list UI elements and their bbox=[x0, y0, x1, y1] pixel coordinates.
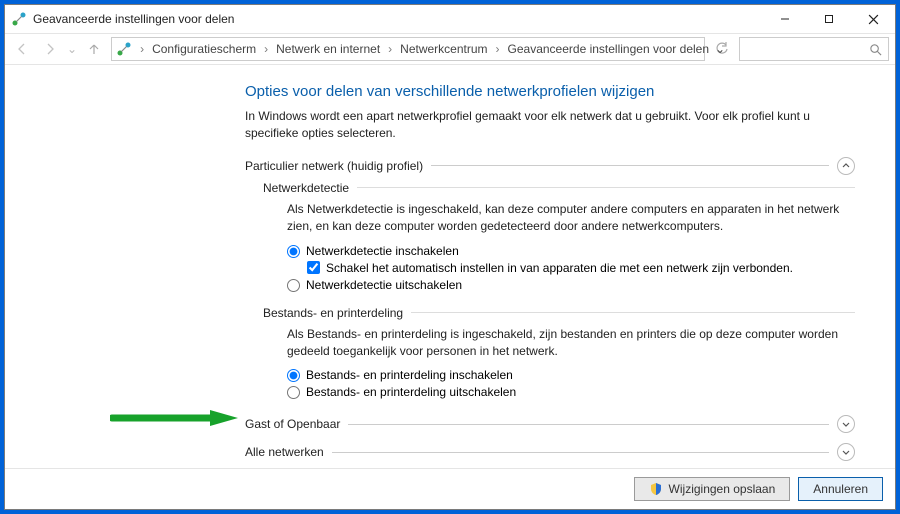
subsection-file-printer: Bestands- en printerdeling bbox=[263, 306, 855, 320]
chevron-right-icon: › bbox=[262, 42, 270, 56]
network-icon bbox=[116, 41, 132, 57]
checkbox-label: Schakel het automatisch instellen in van… bbox=[326, 261, 793, 275]
radio-label: Bestands- en printerdeling inschakelen bbox=[306, 368, 513, 382]
radio-netdiscovery-on[interactable]: Netwerkdetectie inschakelen bbox=[287, 244, 855, 258]
network-icon bbox=[11, 11, 27, 27]
window-controls bbox=[763, 5, 895, 33]
maximize-button[interactable] bbox=[807, 5, 851, 33]
expand-icon[interactable] bbox=[837, 415, 855, 433]
radio-fileprinter-off[interactable]: Bestands- en printerdeling uitschakelen bbox=[287, 385, 855, 399]
toolbar: ⌄ › Configuratiescherm › Netwerk en inte… bbox=[5, 33, 895, 65]
refresh-button[interactable] bbox=[711, 38, 733, 60]
divider bbox=[332, 452, 829, 453]
button-label: Wijzigingen opslaan bbox=[669, 482, 776, 496]
breadcrumb-item[interactable]: Geavanceerde instellingen voor delen bbox=[504, 40, 713, 58]
divider bbox=[411, 312, 855, 313]
divider bbox=[431, 165, 829, 166]
chevron-right-icon: › bbox=[138, 42, 146, 56]
radio-input[interactable] bbox=[287, 279, 300, 292]
window-title: Geavanceerde instellingen voor delen bbox=[33, 12, 763, 26]
checkbox-auto-setup[interactable]: Schakel het automatisch instellen in van… bbox=[307, 261, 855, 275]
cancel-button[interactable]: Annuleren bbox=[798, 477, 883, 501]
titlebar: Geavanceerde instellingen voor delen bbox=[5, 5, 895, 33]
chevron-right-icon: › bbox=[494, 42, 502, 56]
forward-button[interactable] bbox=[39, 38, 61, 60]
search-input[interactable] bbox=[739, 37, 889, 61]
radio-netdiscovery-off[interactable]: Netwerkdetectie uitschakelen bbox=[287, 278, 855, 292]
radio-fileprinter-on[interactable]: Bestands- en printerdeling inschakelen bbox=[287, 368, 855, 382]
section-label: Gast of Openbaar bbox=[245, 417, 340, 431]
radio-input[interactable] bbox=[287, 369, 300, 382]
page-intro: In Windows wordt een apart netwerkprofie… bbox=[245, 108, 855, 143]
section-all-networks[interactable]: Alle netwerken bbox=[245, 443, 855, 461]
breadcrumb[interactable]: › Configuratiescherm › Netwerk en intern… bbox=[111, 37, 705, 61]
chevron-right-icon: › bbox=[386, 42, 394, 56]
expand-icon[interactable] bbox=[837, 443, 855, 461]
footer: Wijzigingen opslaan Annuleren bbox=[5, 468, 895, 509]
page-title: Opties voor delen van verschillende netw… bbox=[245, 83, 855, 100]
content-area: Opties voor delen van verschillende netw… bbox=[5, 65, 895, 468]
subsection-label: Netwerkdetectie bbox=[263, 181, 349, 195]
recent-dropdown[interactable]: ⌄ bbox=[67, 42, 77, 56]
minimize-button[interactable] bbox=[763, 5, 807, 33]
radio-input[interactable] bbox=[287, 245, 300, 258]
breadcrumb-item[interactable]: Configuratiescherm bbox=[148, 40, 260, 58]
back-button[interactable] bbox=[11, 38, 33, 60]
button-label: Annuleren bbox=[813, 482, 868, 496]
radio-label: Bestands- en printerdeling uitschakelen bbox=[306, 385, 516, 399]
file-printer-desc: Als Bestands- en printerdeling is ingesc… bbox=[287, 326, 855, 361]
divider bbox=[357, 187, 855, 188]
section-guest-public[interactable]: Gast of Openbaar bbox=[245, 415, 855, 433]
breadcrumb-item[interactable]: Netwerk en internet bbox=[272, 40, 384, 58]
subsection-label: Bestands- en printerdeling bbox=[263, 306, 403, 320]
divider bbox=[348, 424, 829, 425]
network-discovery-desc: Als Netwerkdetectie is ingeschakeld, kan… bbox=[287, 201, 855, 236]
save-button[interactable]: Wijzigingen opslaan bbox=[634, 477, 791, 501]
checkbox-input[interactable] bbox=[307, 261, 320, 274]
shield-icon bbox=[649, 482, 663, 496]
up-button[interactable] bbox=[83, 38, 105, 60]
radio-label: Netwerkdetectie inschakelen bbox=[306, 244, 459, 258]
section-label: Particulier netwerk (huidig profiel) bbox=[245, 159, 423, 173]
radio-input[interactable] bbox=[287, 386, 300, 399]
collapse-icon[interactable] bbox=[837, 157, 855, 175]
search-icon bbox=[869, 43, 882, 56]
section-private[interactable]: Particulier netwerk (huidig profiel) bbox=[245, 157, 855, 175]
radio-label: Netwerkdetectie uitschakelen bbox=[306, 278, 462, 292]
breadcrumb-item[interactable]: Netwerkcentrum bbox=[396, 40, 491, 58]
close-button[interactable] bbox=[851, 5, 895, 33]
section-label: Alle netwerken bbox=[245, 445, 324, 459]
window: Geavanceerde instellingen voor delen ⌄ ›… bbox=[4, 4, 896, 510]
subsection-network-discovery: Netwerkdetectie bbox=[263, 181, 855, 195]
